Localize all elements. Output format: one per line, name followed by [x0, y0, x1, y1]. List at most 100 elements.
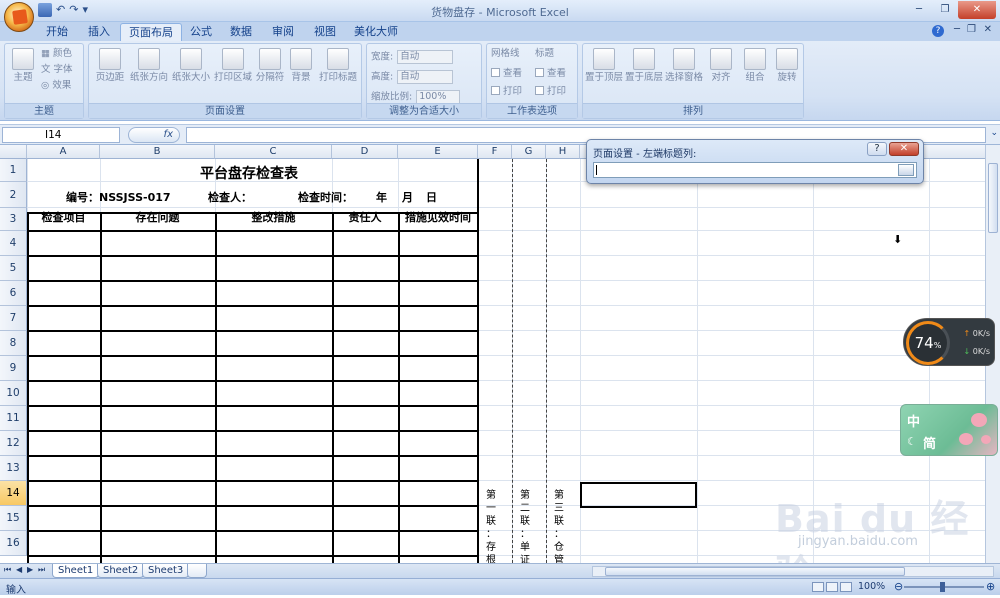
page-layout-view-icon[interactable] [826, 582, 838, 592]
sheet-tab-sheet3[interactable]: Sheet3 [142, 564, 190, 578]
dialog-help-button[interactable]: ? [867, 142, 887, 156]
insert-function-button[interactable]: fx [128, 127, 180, 143]
row-header[interactable]: 12 [0, 431, 27, 456]
horizontal-scrollbar[interactable] [592, 566, 994, 577]
dialog-close-button[interactable]: ✕ [889, 142, 919, 156]
prev-sheet-icon[interactable]: ◀ [16, 565, 22, 574]
send-to-back-button[interactable]: 置于底层 [625, 48, 663, 83]
align-button[interactable]: 对齐 [707, 48, 735, 83]
row-header[interactable]: 6 [0, 281, 27, 306]
row-header[interactable]: 1 [0, 159, 27, 182]
row-header[interactable]: 16 [0, 531, 27, 556]
row-header[interactable]: 14 [0, 481, 27, 506]
row-header[interactable]: 5 [0, 256, 27, 281]
rotate-button[interactable]: 旋转 [773, 48, 801, 83]
width-control[interactable]: 宽度: 自动 [371, 50, 454, 64]
tab-beautify[interactable]: 美化大师 [346, 23, 406, 41]
redo-icon[interactable]: ↷ [69, 3, 78, 17]
wb-minimize-icon[interactable]: ─ [954, 24, 960, 35]
themes-button[interactable]: 主题 [9, 48, 37, 83]
height-control[interactable]: 高度: 自动 [371, 70, 454, 84]
save-icon[interactable] [38, 3, 52, 17]
column-header-e[interactable]: E [398, 145, 478, 159]
row-header[interactable]: 13 [0, 456, 27, 481]
column-header-h[interactable]: H [546, 145, 580, 159]
normal-view-icon[interactable] [812, 582, 824, 592]
tab-view[interactable]: 视图 [306, 23, 344, 41]
gridlines-view-checkbox[interactable]: 查看 [491, 68, 522, 80]
zoom-slider-knob[interactable] [940, 582, 945, 592]
headings-print-checkbox[interactable]: 打印 [535, 86, 566, 98]
selection-pane-button[interactable]: 选择窗格 [665, 48, 703, 83]
fonts-button[interactable]: 文 字体 [41, 64, 73, 76]
tab-formulas[interactable]: 公式 [182, 23, 220, 41]
background-button[interactable]: 背景 [287, 48, 315, 83]
side-note-h: 第三联：仓管 [554, 490, 564, 563]
selected-cell-i14[interactable] [580, 482, 697, 508]
zoom-level[interactable]: 100% [858, 581, 885, 592]
column-header-a[interactable]: A [27, 145, 100, 159]
column-header-g[interactable]: G [512, 145, 546, 159]
gridlines-print-checkbox[interactable]: 打印 [491, 86, 522, 98]
print-area-button[interactable]: 打印区域 [213, 48, 253, 83]
row-header[interactable]: 3 [0, 208, 27, 231]
row-header[interactable]: 8 [0, 331, 27, 356]
last-sheet-icon[interactable]: ⏭ [38, 565, 45, 575]
column-header-c[interactable]: C [215, 145, 332, 159]
ime-toolbar[interactable]: 中 简 ☾ [900, 404, 998, 456]
row-header[interactable]: 9 [0, 356, 27, 381]
minimize-icon[interactable]: ─ [906, 1, 932, 19]
wb-restore-icon[interactable]: ❐ [967, 24, 976, 35]
name-box[interactable]: I14 [2, 127, 120, 143]
print-titles-column-input[interactable] [593, 162, 917, 178]
column-header-f[interactable]: F [478, 145, 512, 159]
horizontal-scroll-thumb[interactable] [605, 567, 905, 576]
tab-insert[interactable]: 插入 [80, 23, 118, 41]
margins-button[interactable]: 页边距 [93, 48, 127, 83]
next-sheet-icon[interactable]: ▶ [27, 565, 33, 574]
help-icon[interactable]: ? [932, 25, 944, 37]
zoom-in-icon[interactable]: ⊕ [986, 580, 995, 593]
tab-page-layout[interactable]: 页面布局 [120, 23, 182, 41]
undo-icon[interactable]: ↶ [56, 3, 65, 17]
row-header[interactable]: 2 [0, 182, 27, 208]
print-titles-button[interactable]: 打印标题 [317, 48, 359, 83]
first-sheet-icon[interactable]: ⏮ [4, 565, 11, 575]
sheet-tab-sheet2[interactable]: Sheet2 [97, 564, 145, 578]
scale-control[interactable]: 缩放比例: 100% [371, 90, 461, 104]
page-break-view-icon[interactable] [840, 582, 852, 592]
headings-view-checkbox[interactable]: 查看 [535, 68, 566, 80]
breaks-button[interactable]: 分隔符 [253, 48, 287, 83]
maximize-icon[interactable]: ❐ [932, 1, 958, 19]
colors-button[interactable]: ▦ 颜色 [41, 48, 72, 60]
ime-mode[interactable]: 简 [923, 433, 936, 452]
sheet-tab-sheet1[interactable]: Sheet1 [52, 564, 100, 578]
row-header[interactable]: 7 [0, 306, 27, 331]
orientation-button[interactable]: 纸张方向 [129, 48, 169, 83]
row-header[interactable]: 10 [0, 381, 27, 406]
tab-data[interactable]: 数据 [222, 23, 260, 41]
group-button[interactable]: 组合 [741, 48, 769, 83]
ime-language[interactable]: 中 [907, 411, 920, 430]
customize-qat-icon[interactable]: ▾ [82, 3, 88, 17]
effects-button[interactable]: ◎ 效果 [41, 80, 71, 92]
tab-review[interactable]: 审阅 [264, 23, 302, 41]
wb-close-icon[interactable]: ✕ [984, 24, 992, 35]
row-header[interactable]: 4 [0, 231, 27, 256]
insert-sheet-icon[interactable] [187, 564, 207, 578]
zoom-out-icon[interactable]: ⊖ [894, 580, 903, 593]
row-header[interactable]: 11 [0, 406, 27, 431]
close-icon[interactable]: ✕ [958, 1, 996, 19]
size-button[interactable]: 纸张大小 [171, 48, 211, 83]
select-all-corner[interactable] [0, 145, 27, 159]
office-button[interactable] [4, 2, 34, 32]
vertical-scroll-thumb[interactable] [988, 163, 998, 233]
column-header-d[interactable]: D [332, 145, 398, 159]
collapse-dialog-button[interactable] [898, 164, 914, 176]
expand-formula-icon[interactable]: ⌄ [990, 128, 998, 138]
network-speed-widget[interactable]: 74% ↑ 0K/s ↓ 0K/s [903, 318, 995, 366]
column-header-b[interactable]: B [100, 145, 215, 159]
row-header[interactable]: 15 [0, 506, 27, 531]
tab-home[interactable]: 开始 [38, 23, 76, 41]
bring-to-front-button[interactable]: 置于顶层 [585, 48, 623, 83]
